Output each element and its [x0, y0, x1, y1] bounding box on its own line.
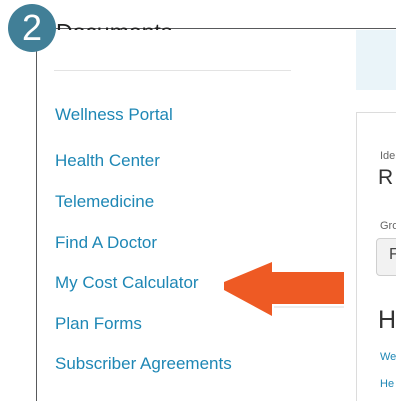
group-label: Gro — [380, 220, 396, 232]
frame-border-left — [36, 28, 37, 401]
nav-link-plan-forms[interactable]: Plan Forms — [55, 314, 142, 334]
section-title: Documents — [56, 13, 172, 30]
nav-link-my-cost-calculator[interactable]: My Cost Calculator — [55, 273, 199, 293]
nav-link-wellness-portal[interactable]: Wellness Portal — [55, 105, 173, 125]
section-divider — [54, 70, 291, 71]
group-value: F — [389, 246, 396, 263]
panel-link-2[interactable]: He — [380, 378, 394, 390]
id-value: RI — [378, 166, 396, 189]
step-number-badge: 2 — [8, 4, 56, 52]
arrow-shadow — [274, 306, 344, 308]
nav-link-telemedicine[interactable]: Telemedicine — [55, 192, 154, 212]
nav-link-find-a-doctor[interactable]: Find A Doctor — [55, 233, 157, 253]
nav-link-subscriber-agreements[interactable]: Subscriber Agreements — [55, 354, 232, 374]
arrow-left-icon — [224, 262, 344, 316]
id-label: Ide — [380, 150, 396, 162]
right-panel: Ide RI Gro F H We He — [356, 28, 396, 401]
info-banner — [356, 30, 396, 90]
section-heading: H — [378, 306, 396, 334]
panel-link-1[interactable]: We — [380, 351, 396, 363]
section-title-text: Documents — [56, 19, 172, 30]
nav-link-health-center[interactable]: Health Center — [55, 151, 160, 171]
